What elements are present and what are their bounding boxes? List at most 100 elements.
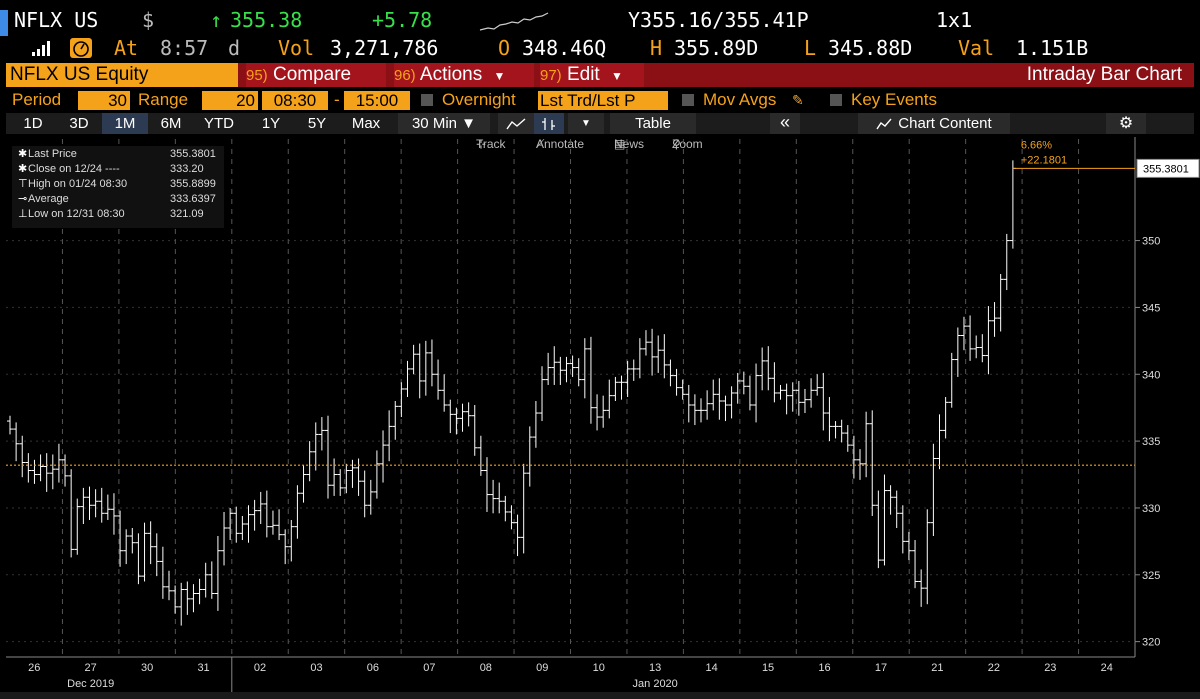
time-suffix: d: [228, 36, 241, 60]
y-tick-label: 325: [1142, 570, 1160, 582]
y-axis: 320 325 330 335 340 345 350: [1135, 236, 1160, 649]
y-tick-label: 340: [1142, 369, 1160, 381]
y-tick-label: 330: [1142, 503, 1160, 515]
compare-number: 95): [246, 67, 268, 84]
table-button[interactable]: Table: [610, 113, 696, 134]
chart-parameters: Period 30 Range 20 08:30 - 15:00 Overnig…: [0, 90, 1200, 112]
at-label: At: [114, 36, 139, 60]
bid-ask-size: 1x1: [936, 8, 973, 32]
key-events-label: Key Events: [851, 90, 937, 109]
tab-3d[interactable]: 3D: [56, 113, 102, 134]
tab-max[interactable]: Max: [340, 113, 392, 134]
overnight-checkbox[interactable]: [421, 94, 433, 106]
start-time-field[interactable]: 08:30: [262, 91, 328, 110]
edit-button[interactable]: 97) Edit ▼: [540, 63, 644, 87]
x-tick-label: 30: [141, 662, 153, 674]
line-chart-icon: [506, 118, 526, 130]
tab-6m[interactable]: 6M: [148, 113, 194, 134]
x-axis: 26 27 30 31 02 03 06 07 08 09 10 13 14 15 16 17 21 22 23 24…: [28, 657, 1113, 692]
x-tick-label: 08: [480, 662, 492, 674]
quote-time: 8:57: [160, 36, 209, 60]
chart-type-dropdown-icon[interactable]: ▼: [568, 113, 604, 134]
stats-row: At 8:57 d Vol 3,271,786 O 348.46Q H 355.…: [0, 36, 1200, 62]
chart-legend[interactable]: ✱Last Price 355.3801 ✱Close on 12/24 ----…: [12, 146, 224, 228]
chart-content-label: Chart Content: [898, 115, 992, 132]
x-tick-label: 26: [28, 662, 40, 674]
open-price: 348.46Q: [522, 36, 607, 60]
pencil-icon[interactable]: ✎: [792, 92, 804, 109]
ticker[interactable]: NFLX US: [14, 8, 98, 32]
legend-high: ⊤High on 01/24 08:30 355.8899: [18, 178, 216, 190]
vol-label: Vol: [278, 36, 315, 60]
month-label: Jan 2020: [633, 678, 678, 690]
edit-caret-icon: ▼: [611, 69, 623, 83]
key-events-checkbox[interactable]: [830, 94, 842, 106]
x-tick-label: 17: [875, 662, 887, 674]
value-label: Val: [958, 36, 995, 60]
period-field[interactable]: 30: [78, 91, 130, 110]
tab-1y[interactable]: 1Y: [248, 113, 294, 134]
last-price-tag-text: 355.3801: [1143, 163, 1189, 175]
gauge-icon[interactable]: [70, 38, 92, 58]
mov-avgs-checkbox[interactable]: [682, 94, 694, 106]
x-tick-label: 23: [1044, 662, 1056, 674]
x-tick-label: 06: [367, 662, 379, 674]
compare-label: Compare: [272, 64, 352, 85]
chart-title: Intraday Bar Chart: [1026, 64, 1182, 85]
x-tick-label: 22: [988, 662, 1000, 674]
bid-ask: Y355.16/355.41P: [628, 8, 809, 32]
low-label: L: [804, 36, 817, 60]
x-tick-label: 16: [818, 662, 830, 674]
chart-content-button[interactable]: Chart Content: [858, 113, 1010, 134]
end-time-field[interactable]: 15:00: [344, 91, 410, 110]
high-label: H: [650, 36, 663, 60]
x-tick-label: 03: [310, 662, 322, 674]
compare-button[interactable]: 95) Compare: [246, 63, 386, 87]
tab-5y[interactable]: 5Y: [294, 113, 340, 134]
tab-1m[interactable]: 1M: [102, 113, 148, 134]
open-label: O: [498, 36, 511, 60]
x-tick-label: 02: [254, 662, 266, 674]
y-tick-label: 350: [1142, 236, 1160, 248]
high-price: 355.89D: [674, 36, 759, 60]
tab-ytd[interactable]: YTD: [194, 113, 244, 134]
net-change: +5.78: [372, 8, 433, 32]
x-tick-label: 21: [931, 662, 943, 674]
legend-last-price: ✱Last Price 355.3801: [18, 148, 216, 160]
bar-chart-button[interactable]: [534, 113, 564, 134]
x-tick-label: 24: [1101, 662, 1113, 674]
actions-number: 96): [394, 67, 416, 84]
interval-dropdown[interactable]: 30 Min ▼: [398, 113, 490, 134]
time-dash: -: [334, 90, 340, 109]
range-field[interactable]: 20: [202, 91, 258, 110]
legend-average: ⊸Average 333.6397: [18, 193, 216, 205]
edit-number: 97): [540, 67, 562, 84]
overnight-label: Overnight: [442, 90, 516, 109]
low-price: 345.88D: [828, 36, 913, 60]
abs-change-annotation: +22.1801: [1021, 154, 1067, 166]
bottom-strip: [0, 692, 1200, 699]
collapse-button[interactable]: «: [770, 113, 800, 134]
gear-icon[interactable]: ⚙: [1106, 113, 1146, 134]
edit-label: Edit: [566, 64, 600, 85]
x-tick-label: 09: [536, 662, 548, 674]
command-cursor[interactable]: [0, 10, 8, 36]
y-tick-label: 335: [1142, 436, 1160, 448]
chart-content-icon: [876, 118, 892, 130]
last-trade-field[interactable]: Lst Trd/Lst P: [538, 91, 668, 110]
legend-low: ⊥Low on 12/31 08:30 321.09: [18, 208, 204, 220]
tab-1d[interactable]: 1D: [10, 113, 56, 134]
actions-label: Actions: [419, 64, 483, 85]
period-label: Period: [12, 90, 62, 109]
up-arrow-icon: ↑: [210, 8, 223, 32]
signal-bars-icon: [32, 41, 50, 56]
y-tick-label: 320: [1142, 637, 1160, 649]
x-tick-label: 07: [423, 662, 435, 674]
actions-button[interactable]: 96) Actions ▼: [394, 63, 534, 87]
timeframe-bar: 1D 3D 1M 6M YTD 1Y 5Y Max 30 Min ▼ ▼ Tab…: [6, 113, 1194, 134]
line-chart-button[interactable]: [498, 113, 534, 134]
x-tick-label: 14: [706, 662, 718, 674]
range-label: Range: [138, 90, 189, 109]
security-field[interactable]: NFLX US Equity: [6, 63, 238, 87]
price-bars: [7, 160, 1016, 626]
